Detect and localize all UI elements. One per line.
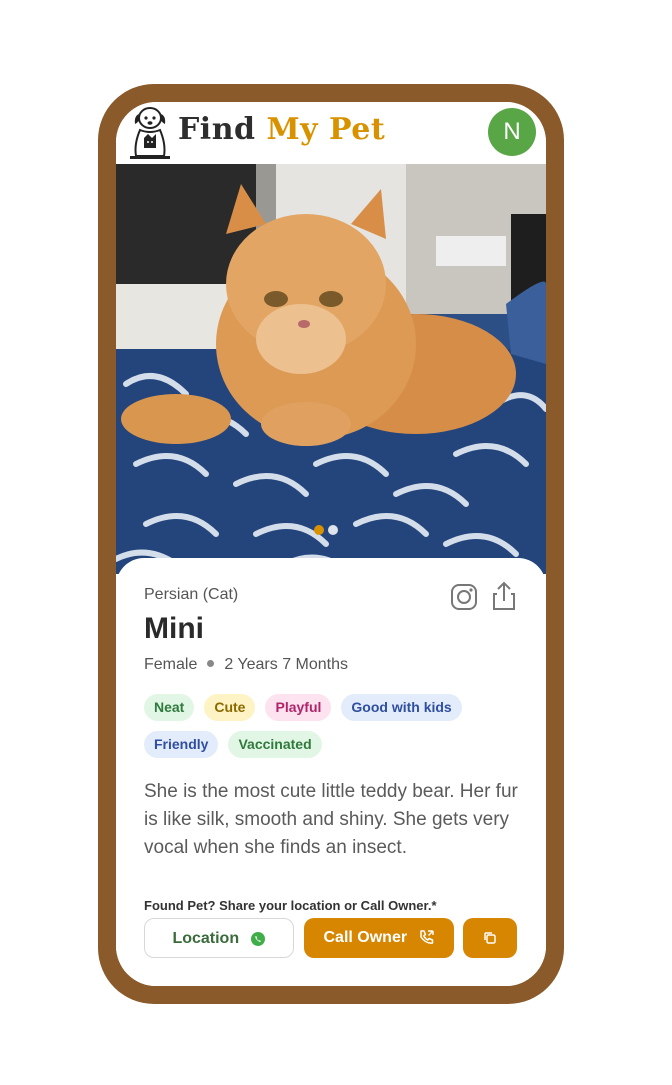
- found-pet-prompt: Found Pet? Share your location or Call O…: [144, 898, 437, 913]
- meta-separator: [207, 660, 215, 668]
- trait-tag: Cute: [204, 694, 256, 721]
- phone-frame: Find My Pet N Persian (Cat) Mini Female …: [98, 84, 564, 1004]
- pet-info-card: Persian (Cat) Mini Female 2 Years 7 Month…: [116, 558, 546, 986]
- carousel-dot-2[interactable]: [328, 525, 338, 535]
- app-header: Find My Pet N: [116, 102, 546, 164]
- call-owner-button[interactable]: Call Owner: [304, 918, 454, 958]
- carousel-dot-1[interactable]: [314, 525, 324, 535]
- trait-tag: Playful: [265, 694, 332, 721]
- pet-name: Mini: [144, 612, 204, 645]
- pet-description: She is the most cute little teddy bear. …: [144, 781, 518, 858]
- share-icon[interactable]: [489, 580, 519, 612]
- copy-button[interactable]: [463, 918, 517, 958]
- whatsapp-icon: [250, 931, 265, 946]
- location-button-label: Location: [172, 930, 240, 947]
- instagram-icon[interactable]: [449, 582, 479, 612]
- dog-cat-logo-icon: [130, 107, 170, 159]
- phone-screen: Find My Pet N Persian (Cat) Mini Female …: [116, 102, 546, 986]
- app-brand: Find My Pet: [178, 112, 385, 147]
- pet-photo[interactable]: [116, 164, 546, 574]
- location-button[interactable]: Location: [144, 918, 294, 958]
- trait-tag: Good with kids: [341, 694, 462, 721]
- trait-tags: Neat Cute Playful Good with kids Friendly Vac…: [144, 694, 524, 768]
- pet-gender: Female: [144, 656, 198, 673]
- trait-tag: Friendly: [144, 731, 219, 758]
- pet-meta: Female 2 Years 7 Months: [144, 656, 348, 674]
- phone-call-icon: [419, 930, 434, 945]
- cat-photo-image: [116, 164, 546, 574]
- pet-breed: Persian (Cat): [144, 586, 239, 603]
- copy-icon: [484, 932, 496, 944]
- trait-tag: Vaccinated: [228, 731, 322, 758]
- brand-word-find: Find: [178, 112, 256, 147]
- carousel-dots: [314, 522, 342, 540]
- brand-word-my-pet: My Pet: [266, 112, 386, 147]
- call-button-label: Call Owner: [323, 929, 408, 946]
- user-avatar[interactable]: N: [488, 108, 536, 156]
- trait-tag: Neat: [144, 694, 195, 721]
- pet-age: 2 Years 7 Months: [224, 656, 348, 673]
